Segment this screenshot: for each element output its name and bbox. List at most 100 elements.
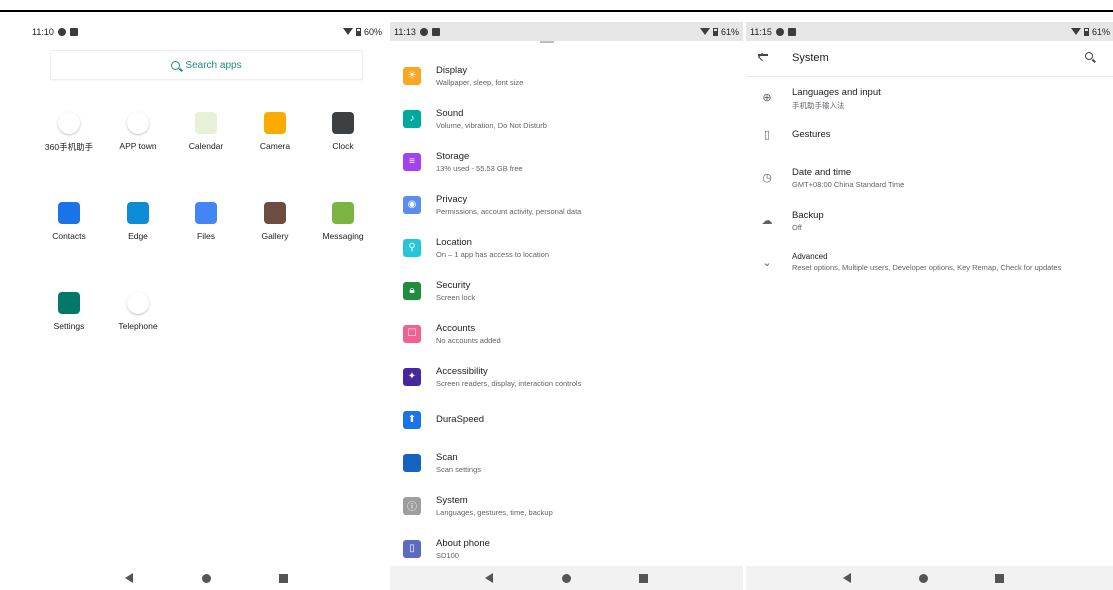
- settings-item-title: Security: [436, 279, 471, 291]
- system-item-languages-and-input[interactable]: ⊕ Languages and input 手机助手输入法: [746, 82, 1113, 122]
- app-bar: System: [746, 41, 1113, 77]
- camera-icon: [264, 112, 286, 134]
- status-bar: 11:13 61%: [390, 22, 743, 41]
- files-icon: [195, 202, 217, 224]
- app-settings[interactable]: Settings: [37, 292, 101, 331]
- app-camera[interactable]: Camera: [243, 112, 307, 151]
- notification-icon: [787, 27, 796, 36]
- system-item-date-and-time[interactable]: ◷ Date and time GMT+08:00 China Standard T…: [746, 162, 1113, 202]
- app-contacts[interactable]: Contacts: [37, 202, 101, 241]
- settings-item-system[interactable]: ⓘ System Languages, gestures, time, backup: [390, 484, 743, 527]
- wifi-icon: [699, 28, 710, 35]
- app-360[interactable]: 360手机助手: [37, 112, 101, 153]
- app-telephone[interactable]: Telephone: [106, 292, 170, 331]
- settings-item-subtitle: Scan settings: [436, 464, 482, 474]
- app-drawer-screen: 11:10 60% Search apps 360手机助手 APP town Cal…: [0, 22, 385, 590]
- settings-item-title: DuraSpeed: [436, 414, 485, 425]
- settings-item-about-phone[interactable]: ▯ About phone SD100: [390, 527, 743, 570]
- status-time: 11:13: [394, 26, 416, 37]
- settings-item-title: Storage: [436, 150, 470, 162]
- app-edge[interactable]: Edge: [106, 202, 170, 241]
- settings-item-privacy[interactable]: ◉ Privacy Permissions, account activity, p…: [390, 183, 743, 226]
- status-time: 11:10: [32, 26, 54, 37]
- system-item-backup[interactable]: ☁ Backup Off: [746, 205, 1113, 245]
- home-icon[interactable]: [562, 573, 571, 583]
- gallery-icon: [264, 202, 286, 224]
- settings-item-title: Accessibility: [436, 365, 488, 377]
- settings-item-sound[interactable]: ♪ Sound Volume, vibration, Do Not Disturb: [390, 97, 743, 140]
- search-icon[interactable]: [1085, 52, 1093, 60]
- wifi-icon: [342, 28, 353, 35]
- settings-item-scan[interactable]: Scan Scan settings: [390, 441, 743, 484]
- battery-level: 61%: [1091, 26, 1110, 37]
- app-label: 360手机助手: [44, 142, 94, 152]
- app-messaging[interactable]: Messaging: [311, 202, 375, 241]
- settings-item-security[interactable]: 🔒︎ Security Screen lock: [390, 269, 743, 312]
- recents-icon[interactable]: [995, 573, 1004, 583]
- calendar-icon: [195, 112, 217, 134]
- settings-item-title: About phone: [436, 537, 490, 549]
- navigation-bar: [0, 566, 385, 590]
- clock-icon: [332, 112, 354, 134]
- navigation-bar: [390, 566, 743, 590]
- settings-item-accessibility[interactable]: ✦ Accessibility Screen readers, display, i…: [390, 355, 743, 398]
- app-label: Settings: [53, 321, 85, 331]
- app-files[interactable]: Files: [174, 202, 238, 241]
- scan-icon: [403, 453, 421, 472]
- wifi-icon: [1070, 28, 1081, 35]
- settings-item-accounts[interactable]: ☐ Accounts No accounts added: [390, 312, 743, 355]
- settings-item-subtitle: SD100: [436, 550, 459, 560]
- system-item-gestures[interactable]: ▯ Gestures: [746, 122, 1113, 162]
- system-item-title: Languages and input: [792, 87, 881, 98]
- privacy-icon: ◉: [403, 195, 421, 214]
- settings-item-location[interactable]: ⚲ Location On – 1 app has access to locati…: [390, 226, 743, 269]
- chevron-down-icon: ⌄: [762, 257, 772, 269]
- recents-icon[interactable]: [279, 573, 288, 583]
- app-clock[interactable]: Clock: [311, 112, 375, 151]
- accounts-icon: ☐: [403, 324, 421, 343]
- home-icon[interactable]: [919, 573, 928, 583]
- search-apps-label: Search apps: [185, 59, 242, 71]
- status-bar: 11:10 60%: [0, 22, 385, 41]
- settings-item-title: Scan: [436, 451, 458, 463]
- search-apps-bar[interactable]: Search apps: [50, 50, 363, 80]
- app-label: APP town: [119, 141, 157, 151]
- recents-icon[interactable]: [639, 573, 648, 583]
- clock-icon: ◷: [762, 172, 772, 184]
- battery-icon: [712, 27, 718, 36]
- settings-item-storage[interactable]: ≡ Storage 13% used - 55.53 GB free: [390, 140, 743, 183]
- system-item-advanced[interactable]: ⌄ Advanced Reset options, Multiple users, …: [746, 247, 1113, 287]
- settings-item-title: System: [436, 494, 468, 506]
- settings-item-display[interactable]: ☀ Display Wallpaper, sleep, font size: [390, 54, 743, 97]
- system-item-title: Backup: [792, 210, 824, 221]
- app-label: Clock: [332, 141, 354, 151]
- settings-item-subtitle: On – 1 app has access to location: [436, 249, 549, 259]
- about-phone-icon: ▯: [403, 539, 421, 558]
- telephone-icon: [127, 292, 149, 314]
- search-icon: [171, 60, 181, 70]
- settings-item-subtitle: Wallpaper, sleep, font size: [436, 77, 524, 87]
- notification-icon: [69, 27, 78, 36]
- settings-item-duraspeed[interactable]: ⬆ DuraSpeed: [390, 398, 743, 441]
- back-arrow-icon[interactable]: [758, 54, 768, 56]
- gestures-icon: ▯: [763, 129, 771, 141]
- app-gallery[interactable]: Gallery: [243, 202, 307, 241]
- system-item-title: Advanced: [792, 252, 828, 261]
- app-app-town[interactable]: APP town: [106, 112, 170, 151]
- settings-item-subtitle: Screen lock: [436, 292, 476, 302]
- display-icon: ☀: [403, 66, 421, 85]
- notification-icon: [57, 27, 66, 36]
- notification-icon: [775, 27, 784, 36]
- system-settings-screen: 11:15 61% System ⊕ Languages and input 手机助…: [746, 22, 1113, 590]
- app-label: Contacts: [52, 231, 86, 241]
- edge-icon: [127, 202, 149, 224]
- security-icon: 🔒︎: [403, 281, 421, 300]
- back-icon[interactable]: [485, 573, 493, 583]
- back-icon[interactable]: [125, 573, 133, 583]
- app-calendar[interactable]: Calendar: [174, 112, 238, 151]
- back-icon[interactable]: [843, 573, 851, 583]
- page-title: System: [792, 52, 829, 64]
- settings-item-subtitle: Languages, gestures, time, backup: [436, 507, 553, 517]
- home-icon[interactable]: [202, 573, 211, 583]
- storage-icon: ≡: [403, 152, 421, 171]
